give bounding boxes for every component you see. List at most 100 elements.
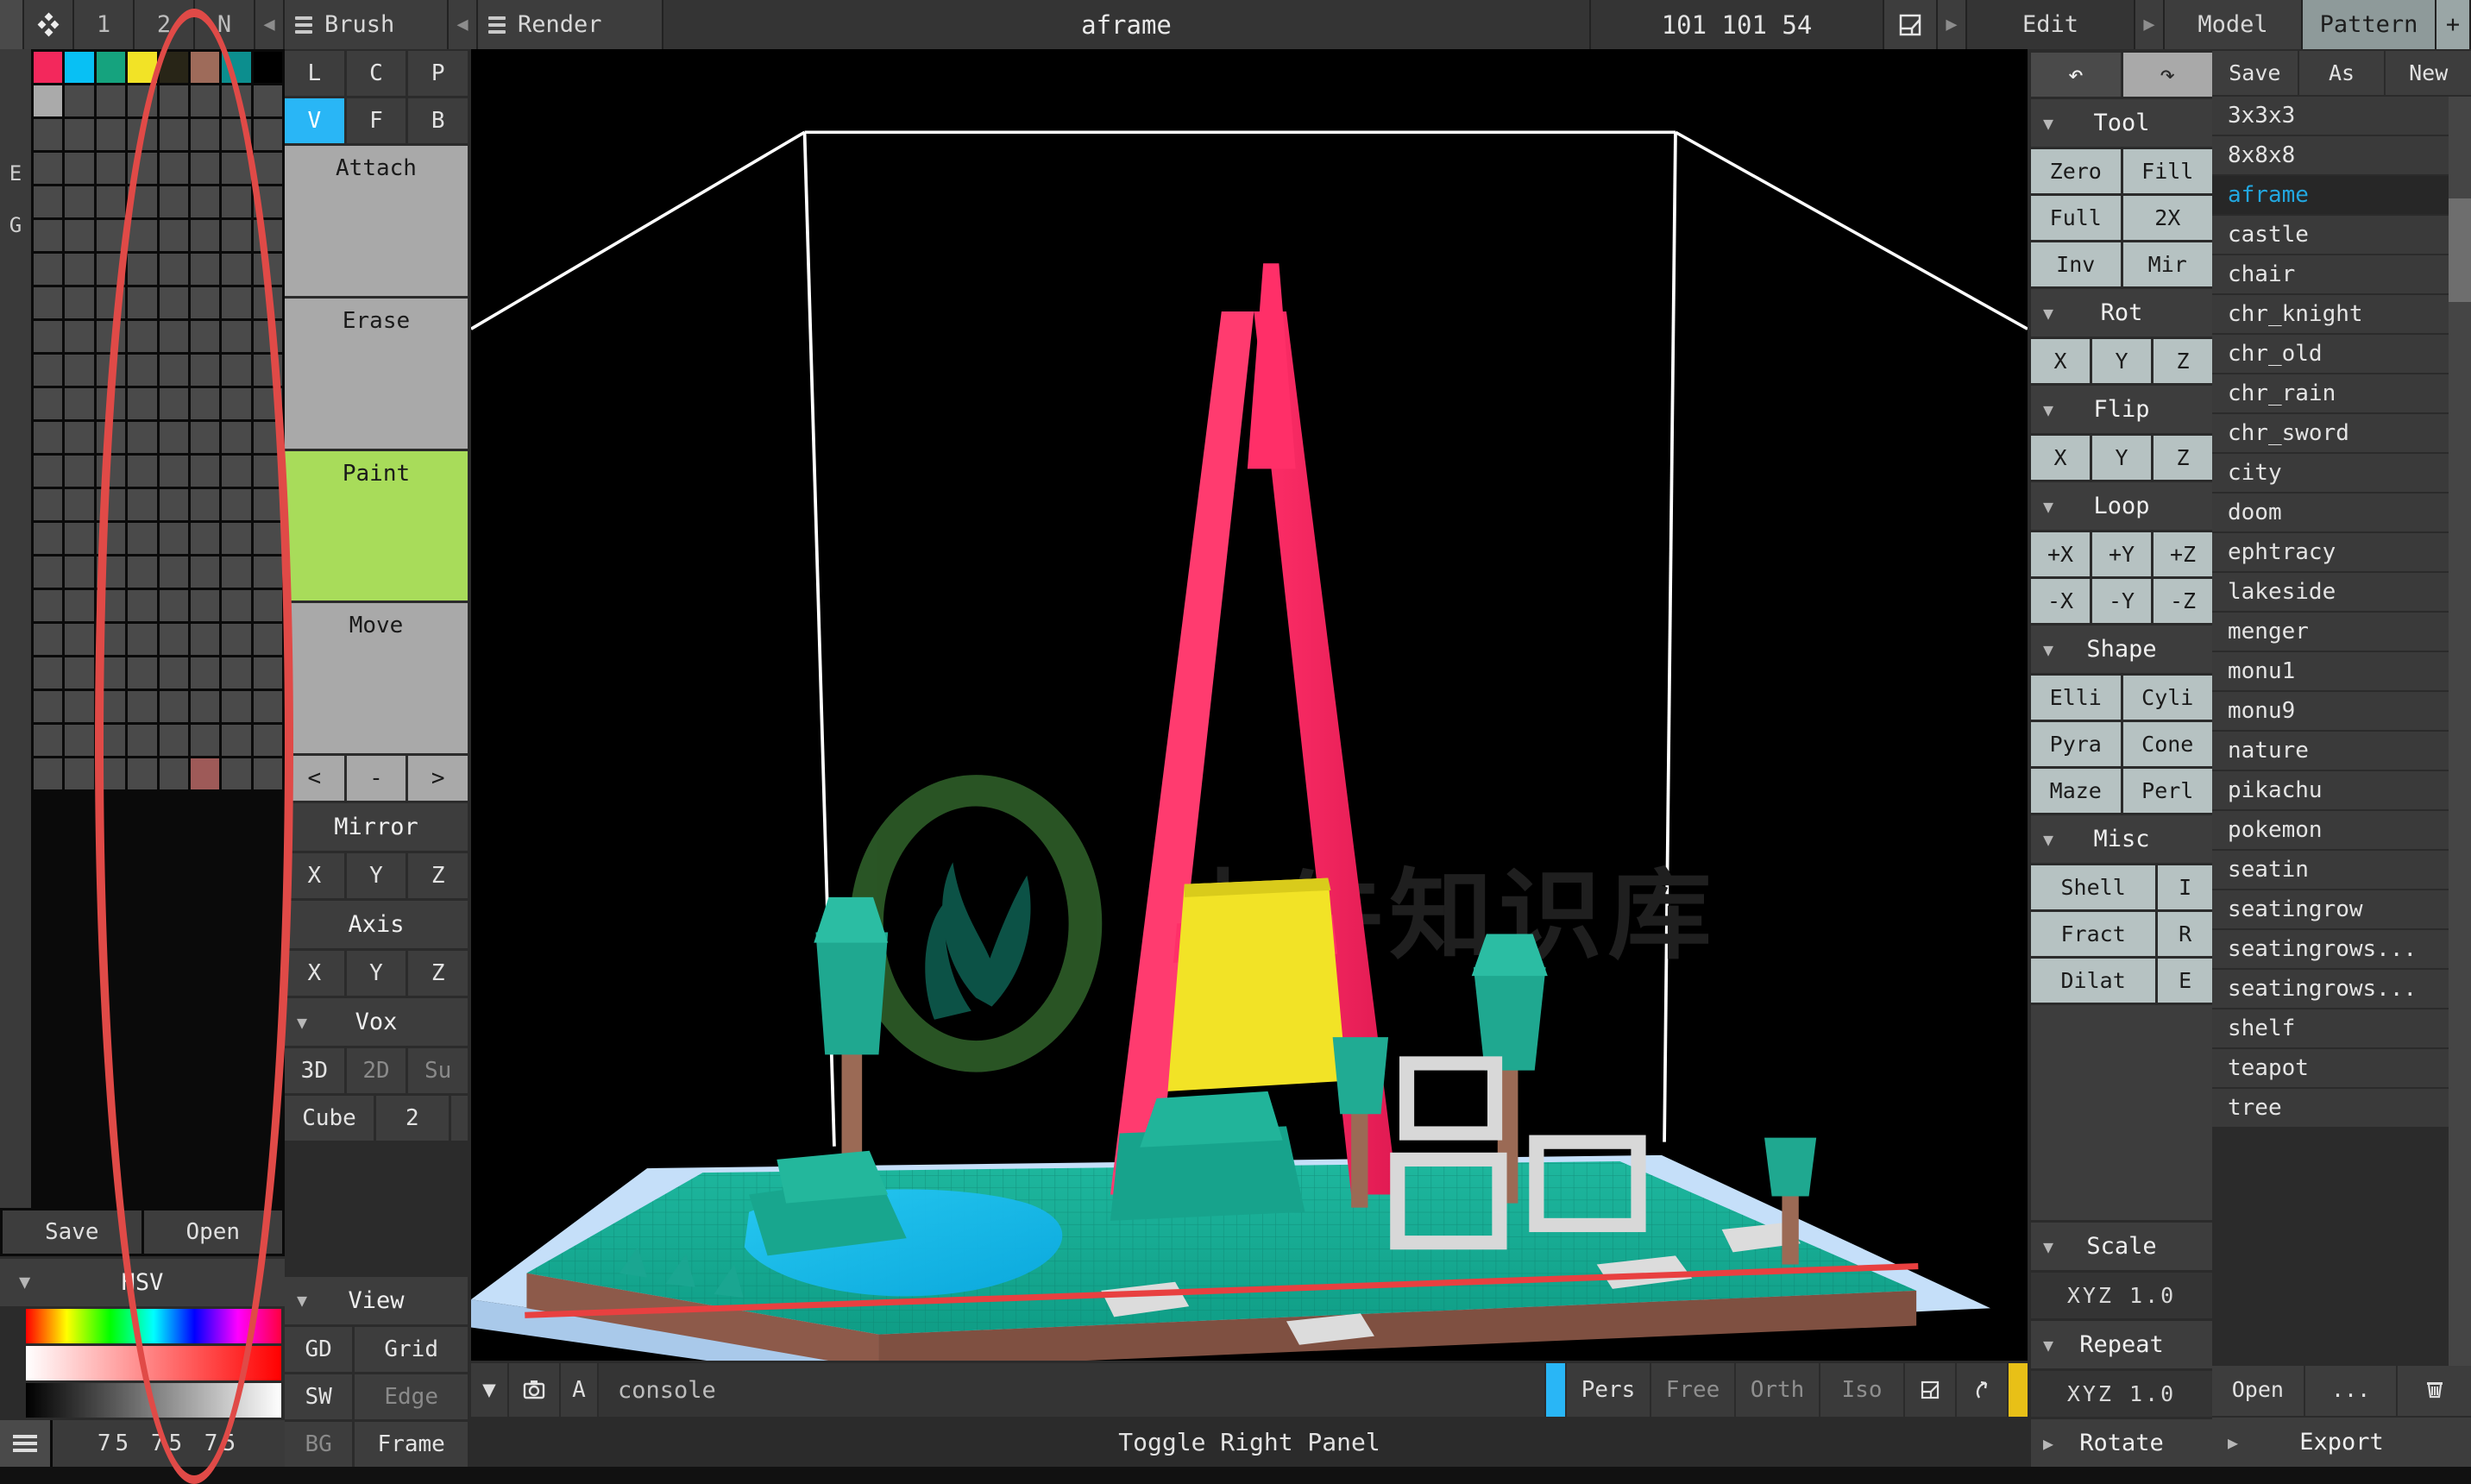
palette-swatch[interactable] <box>253 119 282 150</box>
palette-swatch[interactable] <box>96 287 126 318</box>
axis-x[interactable]: X <box>285 951 344 997</box>
vox-mode-2d[interactable]: 2D <box>346 1048 406 1094</box>
model-list-item[interactable]: chr_sword <box>2212 414 2471 454</box>
palette-swatch[interactable] <box>222 153 251 184</box>
text-tool-a[interactable]: A <box>561 1363 597 1417</box>
mirror-axis-z[interactable]: Z <box>408 853 468 899</box>
palette-swatch[interactable] <box>159 287 188 318</box>
orbit-icon[interactable] <box>1957 1363 2007 1417</box>
palette-swatch[interactable] <box>34 758 63 789</box>
palette-swatch[interactable] <box>128 321 157 352</box>
palette-swatch[interactable] <box>128 489 157 520</box>
cube-shape-button[interactable]: Cube <box>285 1096 374 1141</box>
palette-swatch[interactable] <box>222 657 251 689</box>
model-list-item[interactable]: monu9 <box>2212 692 2471 732</box>
flip-x-button[interactable]: X <box>2031 436 2090 480</box>
palette-swatch[interactable] <box>128 355 157 386</box>
palette-swatch[interactable] <box>222 624 251 655</box>
palette-swatch[interactable] <box>65 725 94 756</box>
palette-swatch[interactable] <box>128 422 157 453</box>
palette-swatch[interactable] <box>222 758 251 789</box>
palette-swatch[interactable] <box>96 590 126 621</box>
brush-mode-p[interactable]: P <box>408 51 468 96</box>
shape-pyra-button[interactable]: Pyra <box>2031 722 2121 766</box>
palette-swatch[interactable] <box>253 523 282 554</box>
palette-swatch[interactable] <box>253 52 282 83</box>
palette-swatch[interactable] <box>190 456 220 487</box>
palette-swatch[interactable] <box>34 220 63 251</box>
model-list-item[interactable]: tree <box>2212 1089 2471 1129</box>
palette-swatch[interactable] <box>253 388 282 419</box>
rot-x-button[interactable]: X <box>2031 339 2090 383</box>
palette-swatch[interactable] <box>65 691 94 722</box>
model-list[interactable]: 3x3x3 8x8x8 aframe castle chair chr_knight chr… <box>2212 97 2471 1366</box>
camera-mode-free[interactable]: Free <box>1651 1363 1734 1417</box>
model-list-item[interactable]: pikachu <box>2212 771 2471 811</box>
palette-swatch[interactable] <box>253 691 282 722</box>
rot-section-header[interactable]: ▼ Rot <box>2031 289 2212 336</box>
palette-swatch[interactable] <box>253 254 282 285</box>
palette-swatch[interactable] <box>253 556 282 588</box>
palette-swatch[interactable] <box>96 725 126 756</box>
view-gd-key[interactable]: GD <box>285 1326 353 1372</box>
palette-swatch[interactable] <box>96 489 126 520</box>
palette-swatch[interactable] <box>222 355 251 386</box>
brush-minus-button[interactable]: - <box>346 756 406 802</box>
palette-swatch[interactable] <box>253 590 282 621</box>
palette-swatch[interactable] <box>253 186 282 217</box>
palette-swatch[interactable] <box>253 220 282 251</box>
palette-swatch[interactable] <box>128 556 157 588</box>
palette-swatch[interactable] <box>128 758 157 789</box>
palette-swatch[interactable] <box>34 355 63 386</box>
tab-2[interactable]: 2 <box>135 0 195 49</box>
palette-swatch[interactable] <box>190 287 220 318</box>
palette-swatch[interactable] <box>222 254 251 285</box>
palette-swatch[interactable] <box>34 254 63 285</box>
palette-swatch[interactable] <box>159 254 188 285</box>
palette-swatch[interactable] <box>159 758 188 789</box>
palette-swatch[interactable] <box>34 321 63 352</box>
palette-save-button[interactable]: Save <box>3 1210 141 1254</box>
palette-swatch[interactable] <box>96 556 126 588</box>
palette-swatch[interactable] <box>190 624 220 655</box>
palette-swatch[interactable] <box>128 590 157 621</box>
model-list-item[interactable]: pokemon <box>2212 811 2471 851</box>
palette-swatch[interactable] <box>190 355 220 386</box>
palette-swatch[interactable] <box>159 355 188 386</box>
palette-swatch[interactable] <box>190 556 220 588</box>
cube-size-value[interactable]: 2 <box>376 1096 449 1141</box>
palette-swatch[interactable] <box>253 85 282 116</box>
move-button[interactable]: Move <box>285 603 468 754</box>
palette-swatch[interactable] <box>65 657 94 689</box>
scrollbar-thumb[interactable] <box>2449 198 2471 302</box>
edit-menu[interactable]: Edit <box>1967 0 2135 49</box>
palette-swatch[interactable] <box>34 422 63 453</box>
redo-button[interactable]: ↷ <box>2122 53 2212 97</box>
loop-plus-y-button[interactable]: +Y <box>2092 532 2151 576</box>
misc-fract-key[interactable]: R <box>2158 912 2212 956</box>
palette-swatch[interactable] <box>96 691 126 722</box>
loop-minus-y-button[interactable]: -Y <box>2092 579 2151 623</box>
palette-open-button[interactable]: Open <box>143 1210 282 1254</box>
model-list-item[interactable]: 8x8x8 <box>2212 136 2471 176</box>
palette-swatch[interactable] <box>65 85 94 116</box>
palette-swatch[interactable] <box>190 725 220 756</box>
view-grid-toggle[interactable]: Grid <box>355 1326 468 1372</box>
console-accent-bar[interactable] <box>1546 1363 1565 1417</box>
palette-swatch[interactable] <box>65 758 94 789</box>
palette-swatch[interactable] <box>65 220 94 251</box>
palette-swatch[interactable] <box>128 388 157 419</box>
model-list-item[interactable]: ephtracy <box>2212 533 2471 573</box>
cube-extra-button[interactable] <box>450 1096 468 1141</box>
paint-button[interactable]: Paint <box>285 450 468 601</box>
palette-swatch[interactable] <box>190 85 220 116</box>
palette-swatch[interactable] <box>159 321 188 352</box>
flip-y-button[interactable]: Y <box>2092 436 2151 480</box>
palette-swatch[interactable] <box>253 624 282 655</box>
palette-swatch[interactable] <box>65 153 94 184</box>
chevron-down-icon-viewport[interactable]: ▼ <box>471 1363 507 1417</box>
misc-dilat-button[interactable]: Dilat <box>2031 959 2156 1003</box>
palette-swatch[interactable] <box>96 657 126 689</box>
palette-swatch[interactable] <box>65 422 94 453</box>
palette-swatch[interactable] <box>128 254 157 285</box>
